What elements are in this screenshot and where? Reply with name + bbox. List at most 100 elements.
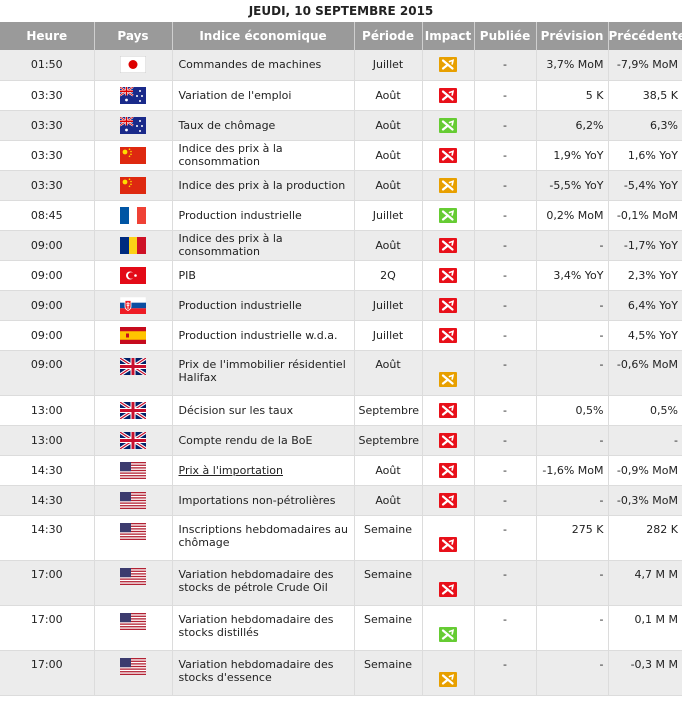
impact-cell [422,230,475,261]
previous-cell: -0,6% MoM [608,350,682,396]
impact-cell [422,50,475,81]
header-period[interactable]: Période [354,22,423,50]
indicator-cell[interactable]: Prix à l'importation [172,455,355,486]
forecast-cell: - [536,350,609,396]
time-cell: 03:30 [0,110,95,141]
usa-flag-icon [120,522,146,540]
indicator-label: Production industrielle w.d.a. [178,328,338,342]
forecast-cell: 275 K [536,515,609,561]
forecast-cell: - [536,230,609,261]
forecast-cell: - [536,650,609,696]
table-row: 03:30 Taux de chômage Août -6,2% 6,3% [0,110,682,141]
impact-medium-icon [439,672,457,687]
header-country[interactable]: Pays [94,22,173,50]
period-cell: Août [354,230,423,261]
country-cell [94,50,173,81]
indicator-cell: Production industrielle [172,290,355,321]
indicator-label: Variation hebdomadaire des stocks distil… [178,612,334,639]
forecast-cell: - [536,320,609,351]
forecast-cell: 6,2% [536,110,609,141]
indicator-link[interactable]: Prix à l'importation [179,464,283,477]
time-cell: 03:30 [0,140,95,171]
time-cell: 09:00 [0,230,95,261]
published-cell: - [474,650,537,696]
impact-cell [422,320,475,351]
header-forecast[interactable]: Prévision [536,22,609,50]
time-cell: 09:00 [0,320,95,351]
forecast-cell: 5 K [536,80,609,111]
impact-high-icon [439,582,457,597]
time-cell: 14:30 [0,515,95,561]
table-row: 03:30 Variation de l'emploi Août -5 K 38,5 K [0,80,682,111]
table-header-row: Heure Pays Indice économique Période Imp… [0,22,682,50]
time-cell: 13:00 [0,395,95,426]
published-cell: - [474,290,537,321]
forecast-cell: -1,6% MoM [536,455,609,486]
table-row: 09:00 Production industrielle Juillet - -6,4… [0,290,682,321]
impact-cell [422,455,475,486]
header-time[interactable]: Heure [0,22,95,50]
table-row: 17:00 Variation hebdomadaire des stocks d… [0,560,682,606]
indicator-label: Variation hebdomadaire des stocks d'esse… [178,657,334,684]
previous-cell: -0,3% MoM [608,485,682,516]
indicator-cell: Décision sur les taux [172,395,355,426]
period-cell: 2Q [354,260,423,291]
header-previous[interactable]: Précédente [608,22,682,50]
impact-cell [422,140,475,171]
country-cell [94,515,173,561]
impact-high-icon [439,327,457,343]
impact-cell [422,650,475,696]
impact-high-icon [439,462,457,478]
previous-cell: 6,3% [608,110,682,141]
time-cell: 14:30 [0,455,95,486]
impact-cell [422,110,475,141]
forecast-cell: 1,9% YoY [536,140,609,171]
indicator-label: Décision sur les taux [178,403,294,417]
impact-cell [422,350,475,396]
impact-cell [422,395,475,426]
australia-flag-icon [119,85,146,104]
published-cell: - [474,80,537,111]
published-cell: - [474,560,537,606]
forecast-cell: - [536,605,609,651]
published-cell: - [474,485,537,516]
indicator-label: PIB [178,268,196,282]
indicator-label: Importations non-pétrolières [178,493,336,507]
indicator-label: Indice des prix à la consommation [178,232,283,258]
header-indicator[interactable]: Indice économique [172,22,355,50]
indicator-cell: Taux de chômage [172,110,355,141]
country-cell [94,170,173,201]
published-cell: - [474,230,537,261]
previous-cell: 0,5% [608,395,682,426]
period-cell: Juillet [354,290,423,321]
table-row: 09:00 Production industrielle w.d.a. Juill… [0,320,682,351]
indicator-cell: Prix de l'immobilier résidentiel Halifax [172,350,355,396]
time-cell: 09:00 [0,350,95,396]
impact-cell [422,560,475,606]
period-cell: Août [354,80,423,111]
impact-high-icon [439,267,457,283]
period-cell: Août [354,170,423,201]
australia-flag-icon [119,115,146,134]
published-cell: - [474,170,537,201]
table-row: 03:30 Indice des prix à la consommation Ao… [0,140,682,171]
country-cell [94,320,173,351]
indicator-label: Indice des prix à la consommation [178,142,283,168]
period-cell: Juillet [354,200,423,231]
period-cell: Semaine [354,560,423,606]
header-impact[interactable]: Impact [422,22,475,50]
period-cell: Août [354,455,423,486]
indicator-label: Indice des prix à la production [178,178,346,192]
period-cell: Août [354,110,423,141]
indicator-cell: Variation de l'emploi [172,80,355,111]
uk-flag-icon [119,400,147,420]
indicator-cell: Indice des prix à la consommation [172,230,355,261]
forecast-cell: 0,2% MoM [536,200,609,231]
indicator-label: Compte rendu de la BoE [178,433,313,447]
impact-low-icon [439,117,457,133]
impact-high-icon [439,237,457,253]
table-row: 14:30 Inscriptions hebdomadaires au chôma… [0,515,682,561]
header-published[interactable]: Publiée [474,22,537,50]
japan-flag-icon [119,55,147,74]
indicator-label: Prix de l'immobilier résidentiel Halifax [178,357,346,384]
